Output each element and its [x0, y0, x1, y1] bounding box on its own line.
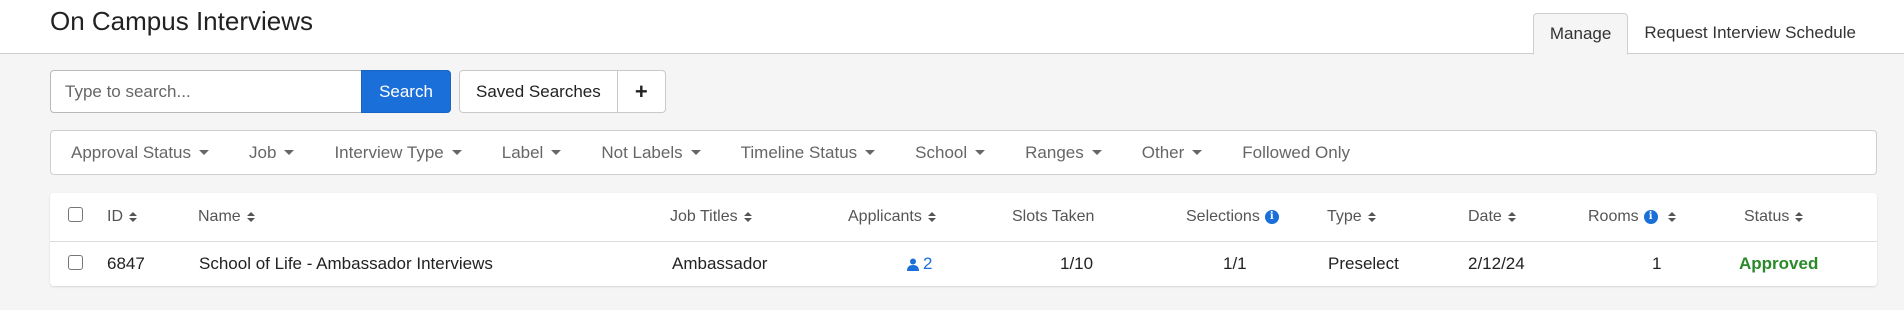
sort-icon: [743, 212, 752, 222]
column-label: Type: [1327, 208, 1362, 225]
user-icon: [907, 258, 919, 271]
caret-down-icon: [551, 150, 562, 155]
column-label: Slots Taken: [1012, 208, 1095, 225]
column-header-name[interactable]: Name: [198, 208, 255, 226]
column-label: ID: [107, 208, 123, 225]
cell-applicants[interactable]: 2: [907, 254, 932, 274]
caret-down-icon: [865, 150, 876, 155]
tab-bar: Manage Request Interview Schedule: [1532, 13, 1872, 55]
filter-approval-status[interactable]: Approval Status: [71, 142, 210, 163]
cell-job-titles: Ambassador: [672, 254, 768, 273]
caret-down-icon: [975, 150, 986, 155]
sort-icon: [1795, 212, 1804, 222]
page-header: On Campus Interviews Manage Request Inte…: [0, 0, 1904, 55]
table-header: ID Name Job Titles Applicants Slots Take…: [50, 193, 1877, 242]
filter-other[interactable]: Other: [1142, 143, 1203, 163]
filter-ranges[interactable]: Ranges: [1025, 143, 1102, 163]
filter-job[interactable]: Job: [249, 142, 295, 163]
cell-id: 6847: [107, 254, 145, 273]
filter-followed-only[interactable]: Followed Only: [1242, 143, 1350, 163]
column-header-type[interactable]: Type: [1327, 208, 1376, 226]
search-input[interactable]: [50, 70, 361, 113]
add-saved-search-button[interactable]: +: [617, 70, 666, 113]
column-label: Status: [1744, 208, 1790, 225]
sort-icon: [927, 212, 936, 222]
select-all-checkbox[interactable]: [68, 207, 83, 222]
applicants-count: 2: [923, 254, 933, 273]
filter-label: Timeline Status: [740, 142, 858, 162]
search-row: Search Saved Searches +: [50, 70, 666, 113]
caret-down-icon: [1091, 150, 1102, 155]
filter-not-labels[interactable]: Not Labels: [601, 142, 701, 163]
column-label: Selections: [1186, 208, 1260, 225]
table-row[interactable]: 6847 School of Life - Ambassador Intervi…: [50, 242, 1877, 286]
sort-icon: [246, 212, 255, 222]
filter-label: Followed Only: [1242, 142, 1350, 162]
column-label: Date: [1468, 208, 1502, 225]
caret-down-icon: [451, 150, 462, 155]
column-label: Rooms: [1588, 208, 1639, 225]
column-header-applicants[interactable]: Applicants: [848, 208, 936, 226]
filter-timeline-status[interactable]: Timeline Status: [741, 143, 876, 163]
cell-selections: 1/1: [1223, 254, 1247, 273]
filter-label[interactable]: Label: [502, 143, 562, 163]
sort-icon: [1367, 212, 1376, 222]
cell-date: 2/12/24: [1468, 254, 1525, 273]
caret-down-icon: [199, 150, 210, 155]
sort-icon: [1667, 212, 1676, 222]
filter-label: Approval Status: [71, 142, 192, 162]
column-header-date[interactable]: Date: [1468, 208, 1516, 226]
saved-searches-group: Saved Searches +: [459, 70, 666, 113]
info-icon[interactable]: i: [1264, 210, 1279, 224]
column-header-id[interactable]: ID: [107, 208, 137, 226]
sort-icon: [129, 212, 137, 222]
column-header-job-titles[interactable]: Job Titles: [670, 208, 752, 226]
filter-label: School: [915, 142, 968, 162]
column-header-slots-taken: Slots Taken: [1012, 208, 1094, 226]
caret-down-icon: [1192, 150, 1203, 155]
column-header-selections: Selections i: [1186, 208, 1279, 226]
page-title: On Campus Interviews: [50, 6, 313, 36]
filter-label: Ranges: [1025, 142, 1084, 162]
status-badge: Approved: [1739, 254, 1819, 273]
cell-rooms: 1: [1652, 254, 1662, 273]
column-label: Job Titles: [670, 208, 738, 225]
filter-label: Interview Type: [334, 142, 444, 162]
column-header-status[interactable]: Status: [1744, 208, 1804, 226]
sort-icon: [1507, 212, 1516, 222]
saved-searches-button[interactable]: Saved Searches: [459, 70, 618, 113]
tab-manage[interactable]: Manage: [1532, 13, 1629, 55]
plus-icon: +: [634, 78, 648, 104]
cell-slots-taken: 1/10: [1060, 254, 1094, 273]
cell-name[interactable]: School of Life - Ambassador Interviews: [199, 254, 493, 274]
column-label: Name: [198, 208, 241, 225]
filter-school[interactable]: School: [915, 142, 986, 163]
filter-label: Other: [1141, 142, 1185, 162]
cell-type: Preselect: [1328, 254, 1399, 273]
search-button[interactable]: Search: [361, 70, 451, 113]
column-label: Applicants: [848, 208, 922, 225]
filter-label: Label: [501, 142, 544, 162]
caret-down-icon: [690, 150, 701, 155]
filter-bar: Approval Status Job Interview Type Label…: [50, 130, 1877, 175]
column-header-rooms[interactable]: Rooms i: [1588, 208, 1676, 226]
interviews-table: ID Name Job Titles Applicants Slots Take…: [50, 193, 1877, 286]
filter-label: Job: [249, 142, 277, 162]
filter-interview-type[interactable]: Interview Type: [334, 142, 462, 163]
filter-label: Not Labels: [601, 142, 683, 162]
row-checkbox[interactable]: [68, 255, 83, 270]
info-icon[interactable]: i: [1643, 210, 1658, 224]
caret-down-icon: [284, 150, 295, 155]
tab-request-interview-schedule[interactable]: Request Interview Schedule: [1628, 13, 1872, 55]
